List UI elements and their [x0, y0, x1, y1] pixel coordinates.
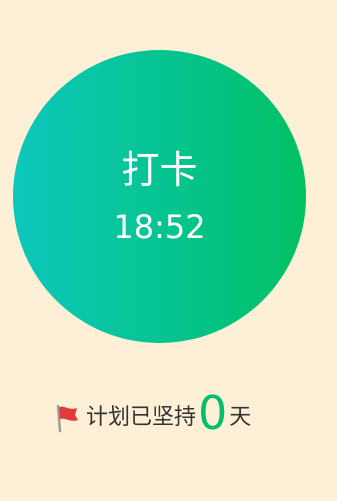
streak-suffix: 天: [229, 405, 252, 430]
flag-icon: [56, 404, 78, 433]
current-time: 18:52: [113, 208, 206, 246]
punch-in-label: 打卡: [121, 148, 198, 192]
punch-in-button[interactable]: 打卡 18:52: [13, 50, 306, 343]
streak-summary: 计划已坚持 0 天: [52, 383, 251, 439]
streak-days-count: 0: [198, 386, 228, 440]
streak-prefix: 计划已坚持: [86, 405, 197, 430]
